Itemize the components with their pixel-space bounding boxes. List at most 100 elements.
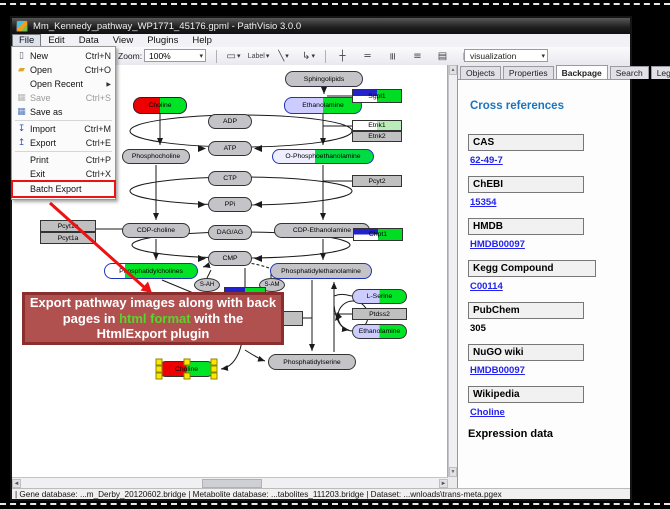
backpage-section: ChEBI15354 (468, 176, 620, 208)
canvas-vertical-scrollbar[interactable]: ▲ ▼ (448, 65, 457, 477)
pathway-node-phosphatidylethanolamine[interactable]: Phosphatidylethanolamine (270, 263, 372, 279)
pathway-node-l-serine[interactable]: L-Serine (352, 289, 407, 304)
pathway-node-s-ah[interactable]: S-AH (194, 278, 220, 292)
pathway-node-phosphocholine[interactable]: Phosphocholine (122, 149, 190, 164)
backpage-link[interactable]: C00114 (470, 281, 620, 292)
backpage-link[interactable]: 62-49-7 (470, 155, 620, 166)
expression-data-heading: Expression data (468, 428, 620, 440)
toolbar-separator (216, 50, 217, 63)
align-center-button[interactable]: ┼ (332, 49, 353, 64)
selection-handle[interactable] (211, 359, 218, 366)
status-text: | Gene database: ...m_Derby_20120602.bri… (15, 490, 502, 499)
pathway-node-sphingolipids[interactable]: Sphingolipids (285, 71, 363, 87)
menu-plugins[interactable]: Plugins (140, 34, 185, 47)
scrollbar-thumb[interactable] (202, 479, 262, 488)
pathway-node-ethanolamine-low[interactable]: Ethanolamine (352, 324, 407, 339)
file-menu-item-export[interactable]: ↥ExportCtrl+E (12, 136, 115, 150)
menu-item-label: Print (30, 155, 86, 165)
chevron-down-icon: ▾ (237, 52, 241, 60)
pathway-node-atp[interactable]: ATP (208, 141, 252, 156)
pathway-node-pcyt2[interactable]: Pcyt2 (352, 175, 402, 187)
pathway-node-choline-selected[interactable]: Choline (158, 361, 215, 377)
backpage-section-title: NuGO wiki (468, 344, 584, 361)
pathway-node-etnk1[interactable]: Etnk1 (352, 120, 402, 131)
backpage-link[interactable]: HMDB00097 (470, 365, 620, 376)
selection-handle[interactable] (183, 373, 190, 380)
file-menu-item-import[interactable]: ↧ImportCtrl+M (12, 122, 115, 136)
pathway-node-adp[interactable]: ADP (208, 114, 252, 129)
tab-backpage[interactable]: Backpage (556, 65, 608, 79)
tab-legend[interactable]: Legend (651, 66, 670, 79)
pathway-node-phosphatidylserine[interactable]: Phosphatidylserine (268, 354, 356, 370)
pathway-node-ctp[interactable]: CTP (208, 171, 252, 186)
align-middle-button[interactable]: ═ (357, 49, 378, 64)
stack-vertical-button[interactable]: ▤ (432, 49, 453, 64)
stack-vertical-icon: ▤ (438, 51, 447, 62)
distribute-horizontal-button[interactable]: ≡ (382, 49, 403, 64)
menu-item-label: Exit (30, 169, 86, 179)
scroll-left-arrow-icon[interactable]: ◄ (12, 479, 21, 488)
menu-item-shortcut: Ctrl+E (86, 138, 111, 148)
pathway-node-dag-ag[interactable]: DAG/AG (208, 225, 252, 240)
pathway-node-ethanolamine-top[interactable]: Ethanolamine (284, 97, 362, 114)
annotation-highlight: html format (119, 311, 191, 326)
file-menu-item-batch-export[interactable]: Batch Export (12, 181, 115, 197)
pathway-node-gene-box-partial[interactable] (283, 311, 303, 326)
pathway-node-sgpl1[interactable]: Sgpl1 (352, 89, 402, 103)
selection-handle[interactable] (156, 373, 163, 380)
backpage-link[interactable]: 15354 (470, 197, 620, 208)
line-tool-button[interactable]: ╲▾ (273, 49, 294, 64)
side-panel-tabs: ObjectsPropertiesBackpageSearchLegend (458, 65, 630, 80)
pathway-node-cmp[interactable]: CMP (208, 251, 252, 266)
backpage-link[interactable]: HMDB00097 (470, 239, 620, 250)
import-icon: ↧ (15, 124, 28, 134)
selection-handle[interactable] (156, 366, 163, 373)
menu-item-label: Open (30, 65, 85, 75)
chevron-down-icon: ▾ (285, 52, 289, 60)
menu-separator (15, 120, 112, 121)
pathway-node-cdp-choline[interactable]: CDP-choline (122, 223, 190, 238)
pathway-node-o-phosphoethanolamine[interactable]: O-Phosphoethanolamine (272, 149, 374, 164)
file-menu-item-save-as[interactable]: ▦Save as (12, 105, 115, 119)
scroll-up-arrow-icon[interactable]: ▲ (449, 65, 457, 75)
scroll-down-arrow-icon[interactable]: ▼ (449, 467, 457, 477)
pathway-node-choline-top[interactable]: Choline (133, 97, 187, 114)
menu-help[interactable]: Help (185, 34, 219, 47)
visualization-combobox[interactable]: visualization ▾ (464, 49, 548, 62)
selection-handle[interactable] (211, 366, 218, 373)
connector-tool-button[interactable]: ↳▾ (298, 49, 319, 64)
visualization-value: visualization (470, 51, 516, 61)
selection-handle[interactable] (183, 359, 190, 366)
toolbar-buttons: ▭▾Label▾╲▾↳▾┼═≡≡▤▥ (212, 48, 480, 64)
label-tool-button[interactable]: Label▾ (248, 49, 269, 64)
file-menu-item-print[interactable]: PrintCtrl+P (12, 153, 115, 167)
pathway-node-phosphatidylcholines[interactable]: Phosphatidylcholines (104, 263, 198, 279)
zoom-label: Zoom: (118, 51, 142, 61)
distribute-vertical-button[interactable]: ≡ (407, 49, 428, 64)
tab-properties[interactable]: Properties (503, 66, 554, 79)
pathway-node-etnk2[interactable]: Etnk2 (352, 131, 402, 142)
file-menu-item-new[interactable]: ▯NewCtrl+N (12, 49, 115, 63)
scroll-right-arrow-icon[interactable]: ► (439, 479, 448, 488)
selection-handle[interactable] (156, 359, 163, 366)
file-menu-item-open[interactable]: ▰OpenCtrl+O (12, 63, 115, 77)
menu-item-label: Export (30, 138, 86, 148)
pathway-node-ppi[interactable]: PPi (208, 197, 252, 212)
pathway-node-pcyt1b[interactable]: Pcyt1b (40, 220, 96, 232)
datanode-tool-button[interactable]: ▭▾ (223, 49, 244, 64)
file-menu-item-save[interactable]: ▦SaveCtrl+S (12, 91, 115, 105)
backpage-link[interactable]: Choline (470, 407, 620, 418)
tab-search[interactable]: Search (610, 66, 649, 79)
backpage-section: PubChem305 (468, 302, 620, 334)
pathway-node-pcyt1a[interactable]: Pcyt1a (40, 232, 96, 244)
file-menu-item-exit[interactable]: ExitCtrl+X (12, 167, 115, 181)
pathway-node-chpt1[interactable]: Chpt1 (353, 228, 403, 241)
file-menu-item-open-recent[interactable]: Open Recent▶ (12, 77, 115, 91)
tab-objects[interactable]: Objects (460, 66, 501, 79)
title-bar[interactable]: Mm_Kennedy_pathway_WP1771_45176.gpml - P… (12, 18, 630, 34)
zoom-combobox[interactable]: 100% ▾ (144, 49, 206, 62)
menu-item-label: Open Recent (30, 79, 106, 89)
selection-handle[interactable] (211, 373, 218, 380)
pathway-node-ptdss2[interactable]: Ptdss2 (352, 308, 407, 320)
backpage-section-title: PubChem (468, 302, 584, 319)
